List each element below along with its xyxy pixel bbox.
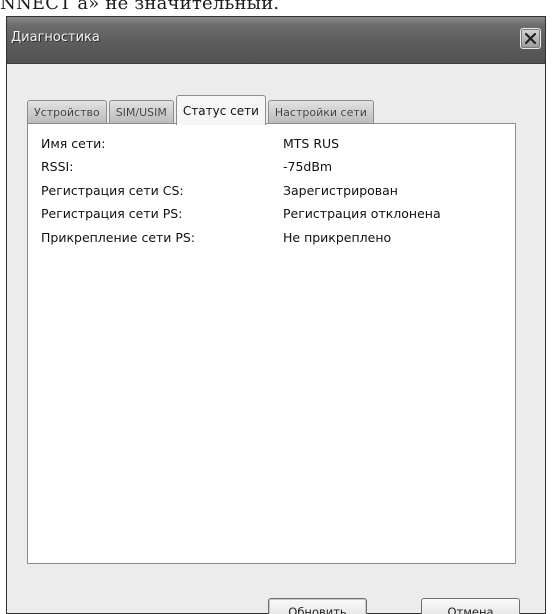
tab-network-status[interactable]: Статус сети [175, 95, 266, 125]
screenshot-page: NNECT a» не значительный. Диагностика Ус… [0, 0, 553, 614]
ps-attachment-value: Не прикреплено [283, 230, 392, 245]
window-title: Диагностика [11, 30, 100, 45]
refresh-button[interactable]: Обновить [268, 598, 367, 614]
cancel-button[interactable]: Отмена [421, 598, 520, 614]
tab-network-settings[interactable]: Настройки сети [267, 100, 374, 124]
tab-strip: Устройство SIM/USIM Статус сети Настройк… [27, 94, 376, 125]
rssi-label: RSSI: [41, 159, 74, 174]
tab-sim-usim[interactable]: SIM/USIM [108, 100, 174, 124]
window-titlebar[interactable]: Диагностика [7, 17, 545, 64]
ps-registration-row: Регистрация сети PS: Регистрация отклоне… [41, 206, 501, 228]
diagnostics-window: Диагностика Устройство SIM/USIM Статус с… [6, 16, 546, 614]
ps-attachment-row: Прикрепление сети PS: Не прикреплено [41, 230, 501, 252]
rssi-row: RSSI: -75dBm [41, 159, 501, 181]
network-name-value: MTS RUS [283, 136, 340, 151]
cs-registration-row: Регистрация сети CS: Зарегистрирован [41, 183, 501, 205]
rssi-value: -75dBm [283, 159, 333, 174]
document-text-fragment: NNECT a» не значительный. [0, 0, 280, 14]
cs-registration-value: Зарегистрирован [283, 183, 398, 198]
ps-registration-label: Регистрация сети PS: [41, 206, 183, 221]
ps-registration-value: Регистрация отклонена [283, 206, 441, 221]
network-name-label: Имя сети: [41, 136, 106, 151]
network-status-panel: Имя сети: MTS RUS RSSI: -75dBm Регистрац… [27, 123, 516, 564]
ps-attachment-label: Прикрепление сети PS: [41, 230, 196, 245]
network-name-row: Имя сети: MTS RUS [41, 136, 501, 158]
close-icon [524, 32, 537, 45]
cs-registration-label: Регистрация сети CS: [41, 183, 184, 198]
tab-device[interactable]: Устройство [27, 100, 107, 124]
close-button[interactable] [520, 28, 541, 49]
dialog-body: Устройство SIM/USIM Статус сети Настройк… [13, 64, 539, 614]
